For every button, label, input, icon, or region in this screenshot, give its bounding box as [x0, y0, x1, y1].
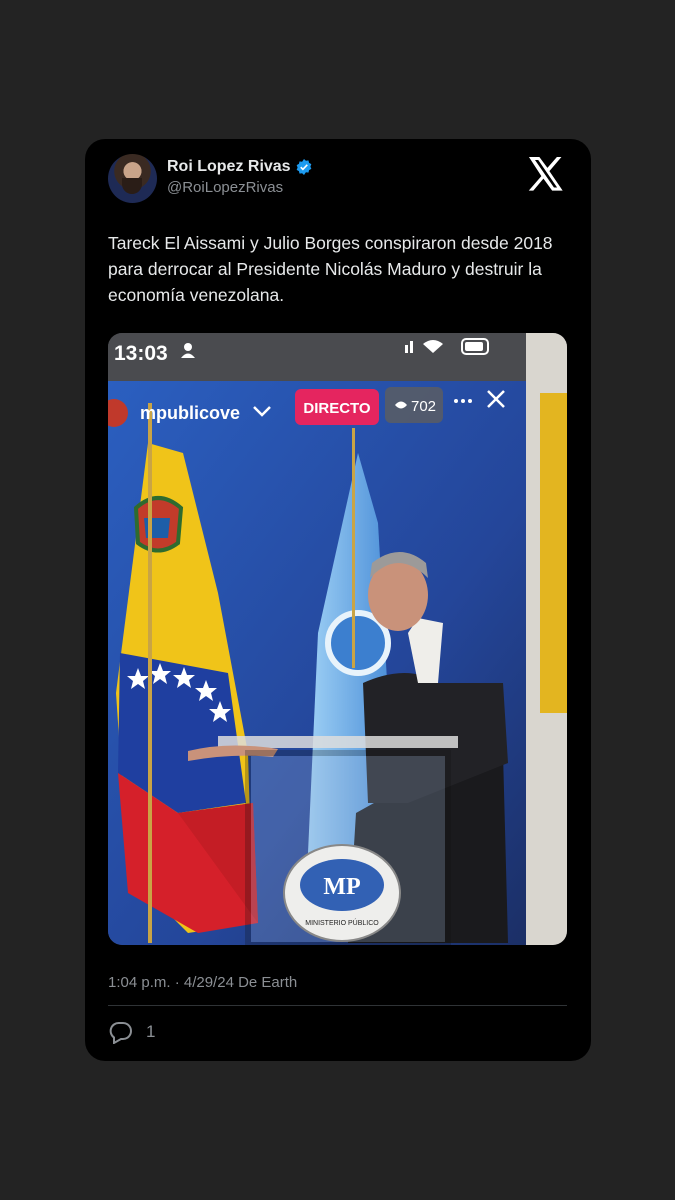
viewer-count: 702 — [411, 398, 436, 415]
reply-count: 1 — [146, 1022, 156, 1041]
author-name[interactable]: Roi Lopez Rivas — [167, 158, 291, 176]
tweet-media-image[interactable]: 13:03 MP MINISTERIO PÚBLICO mpublicove D… — [108, 333, 567, 945]
avatar[interactable] — [108, 154, 157, 203]
reply-button[interactable]: 1 — [108, 1020, 155, 1044]
tweet-card: Roi Lopez Rivas @RoiLopezRivas Tareck El… — [85, 139, 591, 1061]
author-row: Roi Lopez Rivas — [167, 158, 312, 176]
tweet-timestamp[interactable]: 1:04 p.m. · 4/29/24 De Earth — [108, 974, 297, 991]
author-handle[interactable]: @RoiLopezRivas — [167, 179, 283, 196]
divider — [108, 1005, 567, 1006]
x-logo-icon — [528, 156, 563, 191]
live-account-name: mpublicove — [140, 403, 240, 423]
live-badge-label: DIRECTO — [303, 400, 371, 417]
phone-time: 13:03 — [114, 342, 168, 365]
podium-label: MINISTERIO PÚBLICO — [305, 918, 379, 927]
tweet-text: Tareck El Aissami y Julio Borges conspir… — [108, 233, 553, 305]
podium-logo: MP — [323, 874, 360, 900]
verified-badge-icon — [296, 159, 311, 175]
reply-icon — [109, 1022, 132, 1044]
